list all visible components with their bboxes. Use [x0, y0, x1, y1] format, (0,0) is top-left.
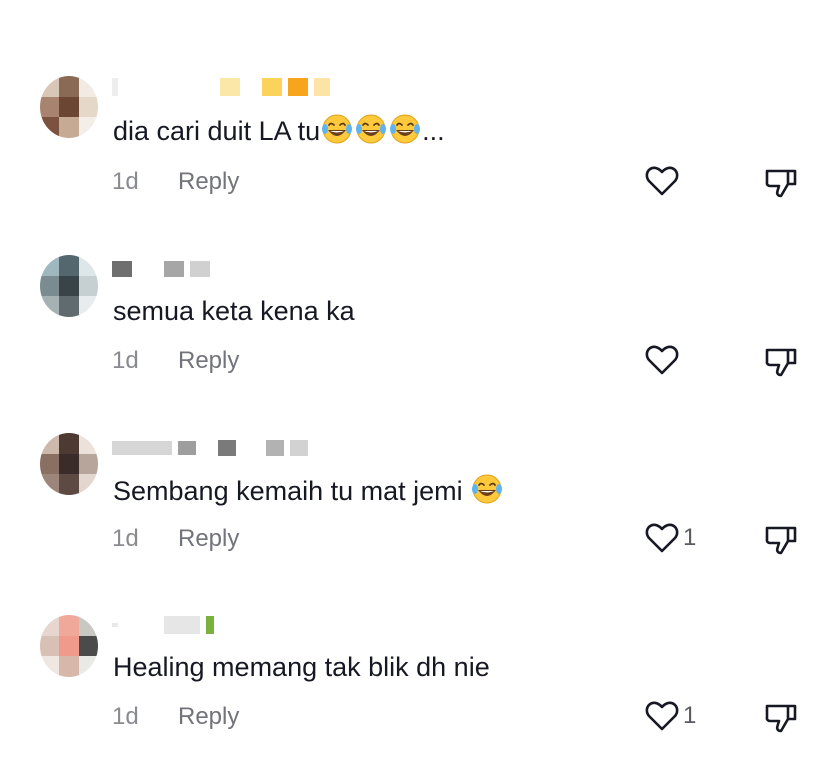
laughing-crying-emoji-icon: [320, 112, 354, 146]
dislike-button[interactable]: [764, 524, 798, 558]
heart-icon: [645, 701, 679, 731]
emoji-group: [320, 114, 422, 146]
username-redacted[interactable]: [112, 614, 214, 636]
comment-body: Sembang kemaih tu mat jemi: [113, 476, 463, 506]
avatar[interactable]: [40, 76, 98, 138]
comment-text: dia cari duit LA tu...: [113, 112, 445, 148]
laughing-crying-emoji-icon: [388, 112, 422, 146]
comment-item: semua keta kena ka 1d Reply: [0, 242, 828, 412]
like-button[interactable]: 1: [645, 699, 705, 733]
dislike-button[interactable]: [764, 167, 798, 201]
avatar[interactable]: [40, 615, 98, 677]
reply-button[interactable]: Reply: [178, 524, 239, 554]
reply-button[interactable]: Reply: [178, 702, 239, 732]
avatar[interactable]: [40, 433, 98, 495]
comment-item: dia cari duit LA tu... 1d Reply: [0, 64, 828, 234]
thumbs-down-icon: [765, 169, 797, 198]
comment-time: 1d: [112, 525, 139, 552]
like-button[interactable]: 1: [645, 521, 705, 555]
like-button[interactable]: [645, 164, 705, 198]
avatar[interactable]: [40, 255, 98, 317]
comment-time: 1d: [112, 168, 139, 195]
like-button[interactable]: [645, 343, 705, 377]
dislike-button[interactable]: [764, 346, 798, 380]
comment-time: 1d: [112, 703, 139, 730]
comment-body: dia cari duit LA tu: [113, 116, 321, 146]
heart-icon: [645, 166, 679, 196]
comment-time: 1d: [112, 347, 139, 374]
like-count: 1: [683, 702, 697, 729]
comment-item: Sembang kemaih tu mat jemi 1d Reply 1: [0, 420, 828, 590]
comment-text: Healing memang tak blik dh nie: [113, 650, 490, 684]
laughing-crying-emoji-icon: [354, 112, 388, 146]
thumbs-down-icon: [765, 348, 797, 377]
reply-button[interactable]: Reply: [178, 167, 239, 197]
comment-body: Healing memang tak blik dh nie: [113, 652, 490, 682]
dislike-button[interactable]: [764, 702, 798, 736]
comment-suffix: ...: [422, 116, 445, 146]
laughing-crying-emoji-icon: [470, 472, 504, 506]
heart-icon: [645, 523, 679, 553]
comment-body: semua keta kena ka: [113, 296, 355, 326]
username-redacted[interactable]: [112, 437, 308, 459]
reply-button[interactable]: Reply: [178, 346, 239, 376]
comment-text: Sembang kemaih tu mat jemi: [113, 472, 504, 508]
emoji-group: [470, 474, 504, 506]
comment-text: semua keta kena ka: [113, 294, 355, 328]
comment-item: Healing memang tak blik dh nie 1d Reply …: [0, 598, 828, 768]
like-count: 1: [683, 524, 697, 551]
thumbs-down-icon: [765, 526, 797, 555]
thumbs-down-icon: [765, 704, 797, 733]
username-redacted[interactable]: [112, 258, 210, 280]
username-redacted[interactable]: [112, 76, 330, 98]
heart-icon: [645, 345, 679, 375]
